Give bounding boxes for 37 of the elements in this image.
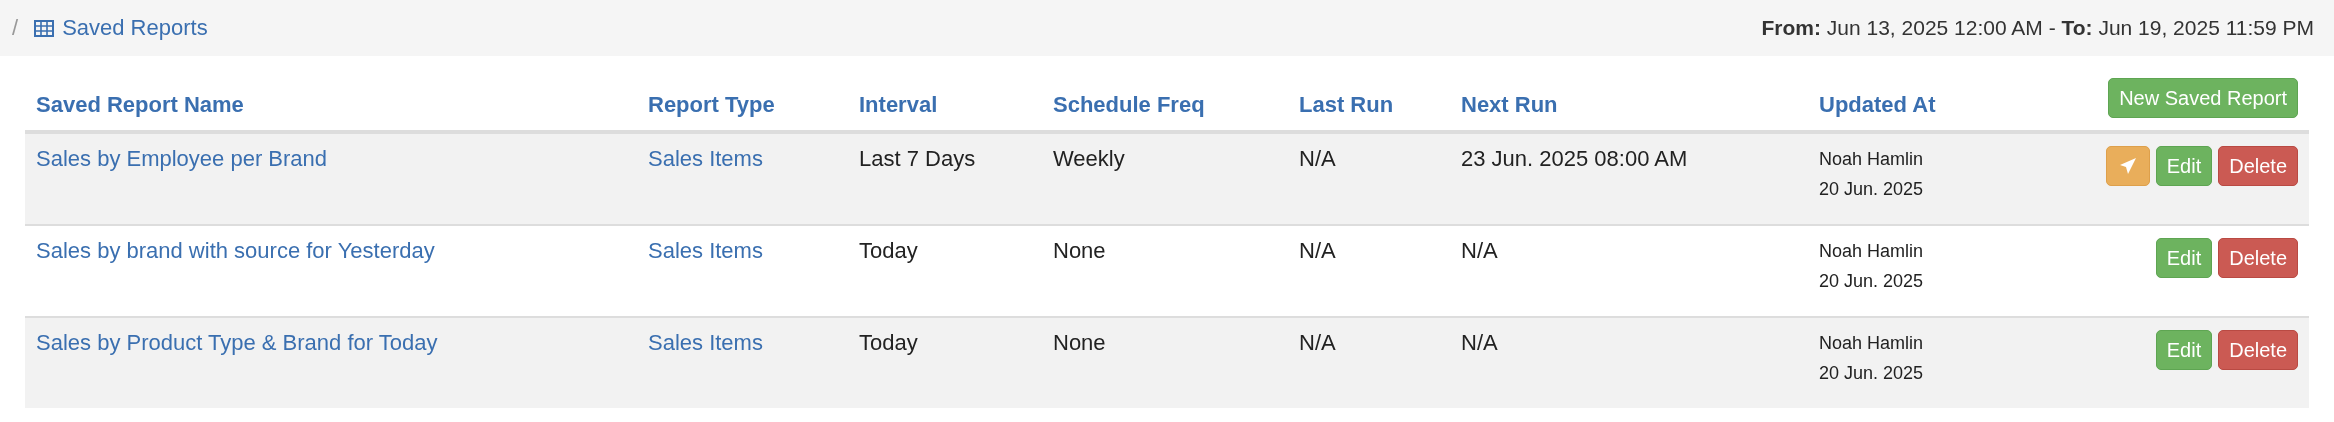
table-cell: Today [859,330,918,355]
paper-plane-icon [2118,157,2137,175]
send-button[interactable] [2105,146,2150,186]
updated-date: 20 Jun. 2025 [1819,270,1925,293]
updated-date: 20 Jun. 2025 [1819,178,1925,201]
table-cell: N/A [1461,238,1498,263]
table-cell: None [1053,238,1106,263]
updated-date: 20 Jun. 2025 [1819,362,1925,385]
table-cell: N/A [1299,238,1336,263]
table-cell: Today [859,238,918,263]
updated-by: Noah Hamlin [1819,332,1925,355]
table-link[interactable]: Sales by Employee per Brand [36,146,328,171]
new-saved-report-button[interactable]: New Saved Report [2108,78,2298,118]
edit-button[interactable]: Edit [2155,146,2213,186]
table-link[interactable]: Sales Items [648,146,763,171]
edit-button[interactable]: Edit [2155,330,2213,370]
table-link[interactable]: Sales Items [648,330,763,355]
delete-button[interactable]: Delete [2218,238,2298,278]
table-cell: N/A [1299,146,1336,171]
table-cell: Last 7 Days [859,146,976,171]
breadcrumb-link[interactable]: Saved Reports [34,15,208,41]
delete-button[interactable]: Delete [2218,146,2298,186]
table-icon [34,19,55,37]
table-link[interactable]: Sales by brand with source for Yesterday [36,238,435,263]
breadcrumb-separator: / [12,15,19,41]
table-cell: Weekly [1053,146,1125,171]
table-cell: 23 Jun. 2025 08:00 AM [1461,146,1688,171]
table-cell: None [1053,330,1106,355]
table-link[interactable]: Sales by Product Type & Brand for Today [36,330,438,355]
table-cell: N/A [1461,330,1498,355]
table-cell: N/A [1299,330,1336,355]
updated-by: Noah Hamlin [1819,240,1925,263]
date-range: From: Jun 13, 2025 12:00 AM - To: Jun 19, 2025 11:59 PM [1761,16,2314,40]
table-link[interactable]: Sales Items [648,238,763,263]
edit-button[interactable]: Edit [2155,238,2213,278]
updated-by: Noah Hamlin [1819,148,1925,171]
delete-button[interactable]: Delete [2218,330,2298,370]
